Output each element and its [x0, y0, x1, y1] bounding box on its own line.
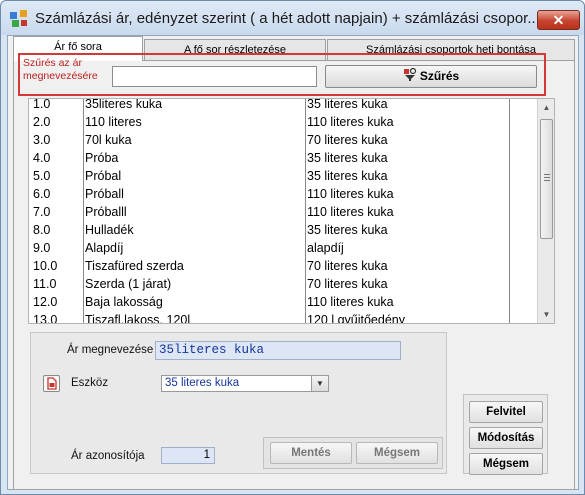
cell-name: Próba	[85, 151, 119, 165]
cell-name: 110 literes	[85, 115, 142, 129]
close-button[interactable]: ✕	[537, 10, 580, 30]
filter-button-label: Szűrés	[419, 69, 460, 83]
save-cancel-group: Mentés Mégsem	[263, 437, 443, 469]
cell-name: Alapdíj	[85, 241, 124, 255]
filter-input[interactable]	[112, 66, 317, 87]
add-button[interactable]: Felvitel	[469, 401, 543, 423]
table-row[interactable]: 1.0 35literes kuka 35 literes kuka	[29, 98, 537, 113]
vertical-scrollbar[interactable]: ▲ ▼	[537, 99, 554, 323]
cancel-edit-button[interactable]: Mégsem	[356, 442, 438, 464]
price-name-field[interactable]: 35literes kuka	[155, 341, 401, 360]
price-grid[interactable]: 1.0 35literes kuka 35 literes kuka 2.0 1…	[28, 98, 555, 324]
cell-id: 8.0	[33, 223, 51, 237]
cell-id: 9.0	[33, 241, 51, 255]
cell-id: 3.0	[33, 133, 51, 147]
scroll-down-icon[interactable]: ▼	[538, 306, 554, 323]
scroll-up-icon[interactable]: ▲	[538, 99, 554, 116]
table-row[interactable]: 8.0 Hulladék 35 literes kuka	[29, 221, 537, 239]
id-label: Ár azonosítója	[71, 450, 145, 462]
table-row[interactable]: 9.0 Alapdíj alapdíj	[29, 239, 537, 257]
grip-line	[544, 177, 550, 178]
cell-name: Tiszafl.lakoss. 120l	[85, 313, 191, 324]
cell-name: Hulladék	[85, 223, 134, 237]
cell-category: 35 literes kuka	[307, 169, 388, 183]
filter-button[interactable]: Szűrés	[325, 65, 537, 88]
table-row[interactable]: 4.0 Próba 35 literes kuka	[29, 149, 537, 167]
cell-category: 110 literes kuka	[307, 115, 394, 129]
device-label: Eszköz	[71, 377, 109, 389]
filter-label: Szűrés az ár megnevezésére	[23, 57, 98, 82]
cell-name: Tiszafüred szerda	[85, 259, 184, 273]
table-row[interactable]: 10.0 Tiszafüred szerda 70 literes kuka	[29, 257, 537, 275]
save-button[interactable]: Mentés	[270, 442, 352, 464]
cell-category: 70 literes kuka	[307, 259, 388, 273]
modify-button[interactable]: Módosítás	[469, 427, 543, 449]
action-button-group: Felvitel Módosítás Mégsem	[463, 394, 548, 475]
table-row[interactable]: 3.0 70l kuka 70 literes kuka	[29, 131, 537, 149]
cell-id: 7.0	[33, 205, 51, 219]
tab-label: Ár fő sora	[54, 41, 102, 53]
cell-name: 35literes kuka	[85, 98, 163, 111]
document-icon[interactable]	[43, 375, 60, 392]
cell-name: Baja lakosság	[85, 295, 163, 309]
chevron-down-icon[interactable]: ▼	[311, 376, 328, 391]
cell-name: Próballl	[85, 205, 127, 219]
grip-line	[544, 180, 550, 181]
price-id-field: 1	[161, 447, 215, 464]
client-area: Ár fő sora A fő sor részletezése Számláz…	[7, 35, 579, 490]
cell-category: 35 literes kuka	[307, 98, 388, 111]
cell-category: alapdíj	[307, 241, 344, 255]
cell-category: 110 literes kuka	[307, 187, 394, 201]
device-select-value: 35 literes kuka	[165, 377, 240, 389]
cell-id: 5.0	[33, 169, 51, 183]
title-bar[interactable]: Számlázási ár, edényzet szerint ( a hét …	[1, 1, 584, 35]
cell-id: 10.0	[33, 259, 58, 273]
main-window: Számlázási ár, edényzet szerint ( a hét …	[0, 0, 585, 495]
cell-category: 120 l gyűjtőedény	[307, 313, 405, 324]
cell-id: 6.0	[33, 187, 51, 201]
cell-category: 35 literes kuka	[307, 223, 388, 237]
cancel-button[interactable]: Mégsem	[469, 453, 543, 475]
detail-panel: Ár megnevezése 35literes kuka Eszköz 35 …	[30, 332, 447, 474]
device-select[interactable]: 35 literes kuka ▼	[161, 375, 329, 392]
cell-id: 4.0	[33, 151, 51, 165]
cell-id: 1.0	[33, 98, 51, 111]
cell-id: 13.0	[33, 313, 58, 324]
grip-line	[544, 174, 550, 175]
cell-category: 70 literes kuka	[307, 277, 388, 291]
cell-category: 110 literes kuka	[307, 295, 394, 309]
table-row[interactable]: 5.0 Próbal 35 literes kuka	[29, 167, 537, 185]
cell-id: 12.0	[33, 295, 58, 309]
table-row[interactable]: 12.0 Baja lakosság 110 literes kuka	[29, 293, 537, 311]
cell-name: Szerda (1 járat)	[85, 277, 172, 291]
table-row[interactable]: 11.0 Szerda (1 járat) 70 literes kuka	[29, 275, 537, 293]
table-row[interactable]: 2.0 110 literes 110 literes kuka	[29, 113, 537, 131]
scroll-thumb[interactable]	[540, 119, 553, 239]
name-label: Ár megnevezése	[67, 344, 154, 356]
table-row[interactable]: 7.0 Próballl 110 literes kuka	[29, 203, 537, 221]
cell-id: 2.0	[33, 115, 51, 129]
cell-name: Próbal	[85, 169, 122, 183]
cell-category: 70 literes kuka	[307, 133, 388, 147]
cell-name: Próball	[85, 187, 124, 201]
cell-name: 70l kuka	[85, 133, 132, 147]
table-row[interactable]: 13.0 Tiszafl.lakoss. 120l 120 l gyűjtőed…	[29, 311, 537, 324]
cell-id: 11.0	[33, 277, 57, 291]
table-row[interactable]: 6.0 Próball 110 literes kuka	[29, 185, 537, 203]
window-title: Számlázási ár, edényzet szerint ( a hét …	[35, 10, 535, 27]
filter-icon	[403, 68, 416, 81]
app-icon	[10, 10, 27, 27]
cell-category: 35 literes kuka	[307, 151, 388, 165]
cell-category: 110 literes kuka	[307, 205, 394, 219]
